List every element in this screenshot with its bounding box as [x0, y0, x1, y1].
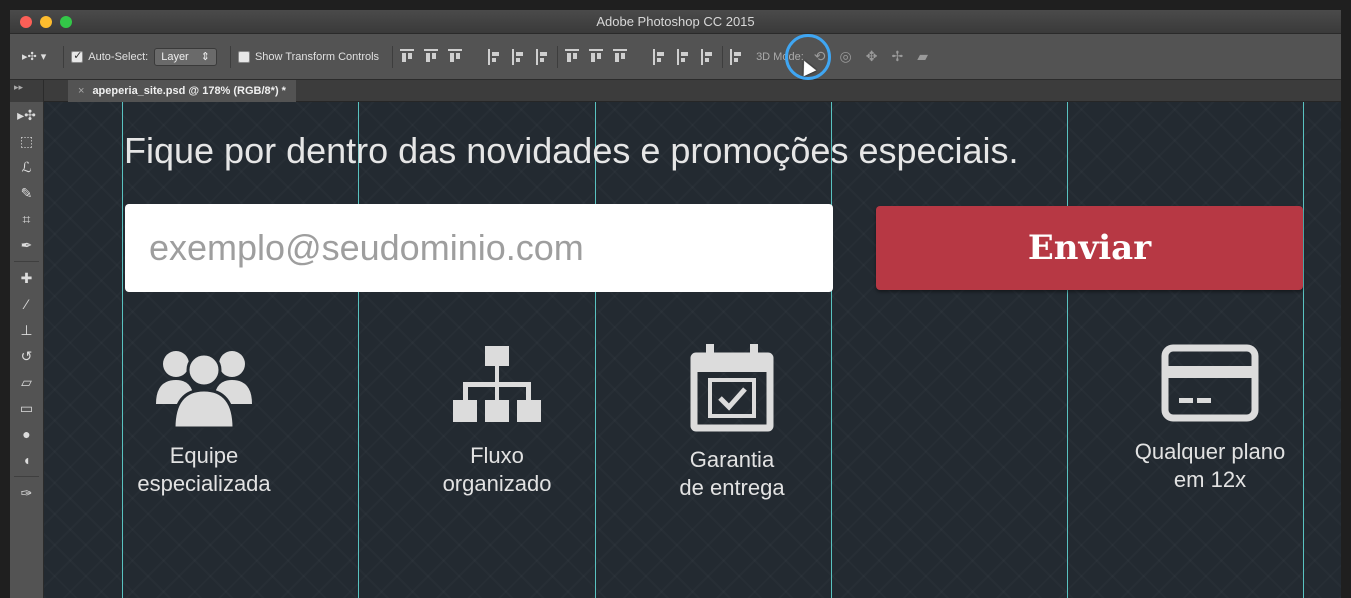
feature-line-2: em 12x — [1173, 466, 1247, 492]
document-tab-title: apeperia_site.psd @ 178% (RGB/8*) * — [92, 85, 286, 97]
feature-item: Garantia de entrega — [622, 342, 842, 501]
page-headline: Fique por dentro das novidades e promoçõ… — [124, 130, 1019, 171]
dodge-tool-icon[interactable]: ◖ — [10, 447, 43, 473]
feature-line-1: Garantia — [689, 447, 775, 472]
document-tab-bar: × apeperia_site.psd @ 178% (RGB/8*) * — [10, 80, 1341, 102]
move-tool-icon[interactable]: ▸✣ — [10, 102, 43, 128]
eyedropper-tool-icon[interactable]: ✒ — [10, 232, 43, 258]
divider — [63, 45, 65, 68]
align-right-icon[interactable] — [536, 48, 550, 65]
feature-item: Fluxo organizado — [387, 342, 607, 497]
panel-grip-icon[interactable]: ▸▸ — [10, 80, 43, 102]
auto-select-checkbox[interactable] — [71, 49, 84, 63]
feature-line-1: Equipe — [169, 443, 239, 468]
flowchart-icon — [453, 346, 541, 422]
divider — [722, 45, 724, 68]
feature-line-2: de entrega — [679, 474, 785, 500]
document-canvas[interactable]: Fique por dentro das novidades e promoçõ… — [44, 102, 1341, 598]
window-titlebar: Adobe Photoshop CC 2015 — [10, 10, 1341, 34]
feature-item: Qualquer plano em 12x — [1100, 342, 1320, 493]
distribute-buttons — [565, 48, 715, 65]
eraser-tool-icon[interactable]: ▱ — [10, 369, 43, 395]
align-top-icon[interactable] — [400, 48, 415, 65]
document-tab[interactable]: × apeperia_site.psd @ 178% (RGB/8*) * — [68, 80, 296, 102]
align-bottom-icon[interactable] — [448, 48, 463, 65]
quick-selection-tool-icon[interactable]: ✎ — [10, 180, 43, 206]
options-bar: ▸✣ ▾ Auto-Select: Layer ⇕ Show Transform… — [10, 34, 1341, 80]
distribute-bottom-icon[interactable] — [613, 48, 628, 65]
auto-align-layers-icon[interactable] — [730, 48, 744, 65]
calendar-check-icon — [690, 344, 774, 432]
auto-select-value: Layer — [161, 50, 189, 63]
feature-line-1: Qualquer plano — [1134, 439, 1286, 464]
align-left-icon[interactable] — [488, 48, 502, 65]
credit-card-icon — [1161, 344, 1259, 422]
clone-stamp-tool-icon[interactable]: ⊥ — [10, 317, 43, 343]
email-input[interactable] — [125, 204, 833, 292]
divider — [557, 45, 559, 68]
feature-line-2: organizado — [442, 470, 552, 496]
guide-line[interactable] — [358, 102, 359, 598]
guide-line[interactable] — [1067, 102, 1068, 598]
align-horizontal-center-icon[interactable] — [512, 48, 526, 65]
slide-3d-icon[interactable]: ✢ — [891, 48, 903, 65]
feature-item: Equipe especializada — [94, 342, 314, 497]
marquee-tool-icon[interactable]: ⬚ — [10, 128, 43, 154]
roll-3d-icon[interactable]: ◎ — [840, 48, 852, 65]
window-title: Adobe Photoshop CC 2015 — [596, 14, 755, 29]
feature-line-2: especializada — [137, 470, 271, 496]
divider — [392, 45, 394, 68]
chevron-down-icon: ▾ — [40, 51, 47, 63]
auto-select-label: Auto-Select: — [88, 50, 149, 63]
move-tool-icon: ▸✣ — [22, 51, 37, 63]
tools-panel: ▸▸ ▸✣ ⬚ ℒ ✎ ⌗ ✒ ✚ ⁄ ⊥ ↺ ▱ ▭ ● ◖ ✑ — [10, 80, 44, 598]
tool-preset-picker[interactable]: ▸✣ ▾ — [22, 50, 46, 63]
submit-button[interactable]: Enviar — [876, 206, 1303, 290]
distribute-horizontal-center-icon[interactable] — [677, 48, 691, 65]
align-vertical-center-icon[interactable] — [424, 48, 439, 65]
scale-3d-icon[interactable]: ▰ — [917, 48, 928, 65]
close-tab-icon[interactable]: × — [78, 85, 84, 97]
distribute-left-icon[interactable] — [653, 48, 667, 65]
brush-tool-icon[interactable]: ⁄ — [10, 291, 43, 317]
distribute-right-icon[interactable] — [701, 48, 715, 65]
distribute-vertical-center-icon[interactable] — [589, 48, 604, 65]
pen-tool-icon[interactable]: ✑ — [10, 480, 43, 506]
auto-select-dropdown[interactable]: Layer ⇕ — [154, 47, 217, 66]
blur-tool-icon[interactable]: ● — [10, 421, 43, 447]
healing-brush-tool-icon[interactable]: ✚ — [10, 265, 43, 291]
updown-arrows-icon: ⇕ — [200, 51, 210, 63]
distribute-top-icon[interactable] — [565, 48, 580, 65]
lasso-tool-icon[interactable]: ℒ — [10, 154, 43, 180]
show-transform-checkbox[interactable] — [237, 50, 250, 63]
history-brush-tool-icon[interactable]: ↺ — [10, 343, 43, 369]
crop-tool-icon[interactable]: ⌗ — [10, 206, 43, 232]
gradient-tool-icon[interactable]: ▭ — [10, 395, 43, 421]
align-buttons — [400, 48, 550, 65]
pan-3d-icon[interactable]: ✥ — [866, 48, 878, 65]
divider — [229, 45, 231, 68]
show-transform-label: Show Transform Controls — [254, 50, 380, 63]
team-icon — [156, 351, 252, 428]
feature-line-1: Fluxo — [470, 443, 524, 468]
